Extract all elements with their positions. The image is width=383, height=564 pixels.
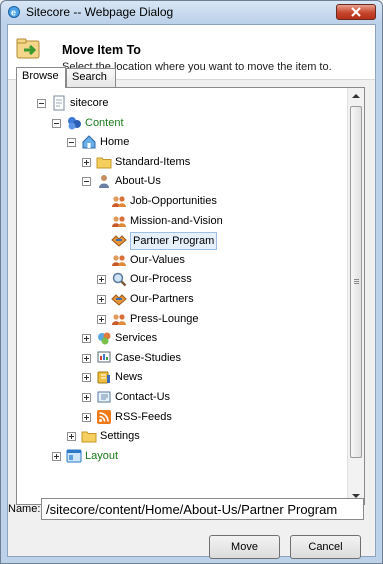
vertical-scrollbar[interactable] (347, 88, 364, 504)
svg-text:e: e (11, 8, 16, 18)
folder-icon (81, 431, 97, 443)
presentation-icon (97, 351, 111, 363)
tree-node-our-process[interactable]: Our-Process (17, 270, 347, 289)
people-icon (112, 313, 126, 325)
tree-node-label: Contact-Us (115, 391, 171, 403)
tree-node-label: Services (115, 332, 158, 345)
tree-node-mission-and-vision[interactable]: Mission-and-Vision (17, 212, 347, 231)
scroll-up-icon[interactable] (348, 88, 364, 104)
expand-icon[interactable] (82, 412, 91, 422)
tree-node-label: Press-Lounge (130, 312, 199, 325)
expand-icon[interactable] (52, 451, 61, 461)
close-icon (351, 7, 361, 17)
folder-icon (96, 157, 112, 169)
tree-node-partner-program[interactable]: Partner Program (17, 231, 347, 251)
contact-icon (97, 391, 111, 403)
tree-node-news[interactable]: News (17, 368, 347, 387)
tree-node-press-lounge[interactable]: Press-Lounge (17, 310, 347, 329)
tree-node-our-partners[interactable]: Our-Partners (17, 290, 347, 309)
tree-node-label: RSS-Feeds (115, 410, 172, 423)
tree-node-label: Partner Program (130, 232, 218, 251)
tree-node-rss-feeds[interactable]: RSS-Feeds (17, 408, 347, 427)
expand-icon[interactable] (82, 353, 91, 363)
ie-icon: e (8, 6, 20, 18)
window-title: Sitecore -- Webpage Dialog (26, 5, 174, 19)
tree-node-contact-us[interactable]: Contact-Us (17, 388, 347, 407)
content-icon (68, 116, 81, 130)
people-icon (112, 196, 126, 207)
tab-search[interactable]: Search (66, 68, 116, 87)
news-icon (97, 371, 110, 384)
cancel-button[interactable]: Cancel (290, 535, 361, 559)
tree-node-our-values[interactable]: Our-Values (17, 251, 347, 270)
tree-panel: sitecore Content Home Standard-Items About-U… (16, 87, 365, 505)
expand-icon[interactable] (97, 275, 106, 285)
tree-node-label: Standard-Items (115, 155, 191, 168)
home-icon (82, 135, 96, 149)
tree-node-services[interactable]: Services (17, 329, 347, 348)
tree-node-label: Mission-and-Vision (130, 214, 223, 227)
people-icon (112, 255, 126, 266)
tree-node-label: Content (85, 116, 124, 129)
tree-node-label: Job-Opportunities (130, 195, 217, 207)
title-bar[interactable]: e Sitecore -- Webpage Dialog (1, 1, 382, 23)
expand-icon[interactable] (82, 334, 91, 344)
move-button[interactable]: Move (209, 535, 280, 559)
expand-icon[interactable] (67, 432, 76, 442)
expand-icon[interactable] (82, 373, 91, 383)
layout-icon (66, 449, 82, 463)
collapse-icon[interactable] (82, 177, 91, 187)
tree-node-label: News (115, 371, 143, 384)
collapse-icon[interactable] (52, 118, 61, 128)
expand-icon[interactable] (82, 393, 91, 402)
tree-node-settings[interactable]: Settings (17, 427, 347, 446)
scroll-thumb[interactable] (350, 106, 362, 458)
handshake-icon (111, 294, 127, 306)
tree-node-label: sitecore (70, 97, 109, 109)
expand-icon[interactable] (97, 314, 106, 324)
handshake-icon (111, 235, 127, 247)
tree-node-label: Case-Studies (115, 351, 182, 364)
tree-node-label: Layout (85, 449, 119, 462)
expand-icon[interactable] (97, 295, 106, 304)
tree-node-label: Our-Partners (130, 293, 194, 305)
tree-node-job-opportunities[interactable]: Job-Opportunities (17, 192, 347, 211)
dialog-heading: Move Item To (62, 43, 141, 57)
person-icon (99, 175, 109, 189)
document-icon (53, 95, 65, 111)
tree-node-content[interactable]: Content (17, 114, 347, 133)
name-label: Name: (8, 503, 41, 515)
tree-node-standard-items[interactable]: Standard-Items (17, 153, 347, 172)
tree-node-label: Our-Values (130, 253, 185, 266)
close-button[interactable] (336, 4, 376, 20)
tree-node-case-studies[interactable]: Case-Studies (17, 349, 347, 368)
tab-browse[interactable]: Browse (16, 67, 66, 88)
tree-node-about-us[interactable]: About-Us (17, 172, 347, 191)
magnifier-icon (112, 273, 127, 287)
tree-node-label: Our-Process (130, 273, 192, 286)
tree-node-label: Home (100, 136, 130, 149)
move-item-icon (16, 38, 40, 59)
tree-node-home[interactable]: Home (17, 133, 347, 152)
services-icon (98, 332, 111, 345)
tree-node-layout[interactable]: Layout (17, 447, 347, 466)
tree-node-label: About-Us (115, 175, 161, 188)
collapse-icon[interactable] (37, 99, 46, 108)
name-field[interactable] (41, 498, 364, 520)
collapse-icon[interactable] (67, 138, 76, 148)
rss-icon (97, 409, 111, 424)
tree-node-sitecore[interactable]: sitecore (17, 94, 347, 113)
tree-node-label: Settings (100, 430, 140, 443)
people-icon (112, 215, 126, 227)
expand-icon[interactable] (82, 157, 91, 167)
